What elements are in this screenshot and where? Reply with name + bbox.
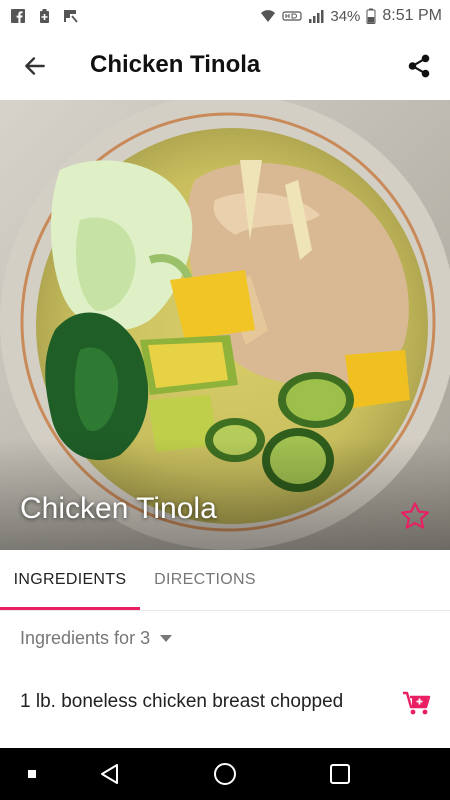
share-icon[interactable]: [406, 53, 432, 79]
home-circle-icon[interactable]: [203, 748, 247, 800]
app-bar: Chicken Tinola: [0, 32, 450, 100]
recipe-hero-title: Chicken Tinola: [20, 492, 217, 525]
hd-icon: [282, 11, 302, 21]
flipboard-icon: [64, 10, 78, 23]
status-bar-left-icons: [10, 8, 78, 24]
signal-icon: [309, 10, 324, 23]
chevron-down-icon: [160, 635, 173, 642]
back-triangle-icon[interactable]: [88, 748, 132, 800]
system-navigation-bar: [0, 748, 450, 800]
wifi-icon: [261, 10, 276, 22]
battery-icon: [366, 8, 376, 24]
battery-percentage: 34%: [330, 7, 361, 25]
status-bar-time: 8:51 PM: [382, 7, 442, 24]
battery-saver-icon: [40, 9, 49, 23]
chicken-tinola-photo: [0, 100, 450, 550]
recipe-tabs: INGREDIENTS DIRECTIONS: [0, 550, 450, 611]
menu-dot-icon[interactable]: [12, 748, 52, 800]
servings-dropdown[interactable]: Ingredients for 3: [20, 628, 173, 649]
tab-directions[interactable]: DIRECTIONS: [140, 550, 270, 610]
add-to-cart-icon[interactable]: [402, 690, 432, 716]
status-bar: 34% 8:51 PM: [0, 0, 450, 32]
status-bar-right-icons: 34% 8:51 PM: [260, 7, 442, 25]
ingredient-text: 1 lb. boneless chicken breast chopped: [20, 691, 344, 712]
servings-label: Ingredients for 3: [20, 628, 151, 648]
ingredient-list-item: 1 lb. boneless chicken breast chopped: [0, 672, 450, 732]
star-outline-icon[interactable]: [398, 500, 432, 532]
page-title: Chicken Tinola: [90, 51, 261, 78]
tab-selected-indicator: [0, 607, 140, 610]
tab-ingredients[interactable]: INGREDIENTS: [0, 550, 140, 610]
facebook-icon: [11, 9, 25, 23]
recipe-hero-image: Chicken Tinola: [0, 100, 450, 550]
arrow-back-icon[interactable]: [22, 53, 48, 79]
recents-square-icon[interactable]: [318, 748, 362, 800]
